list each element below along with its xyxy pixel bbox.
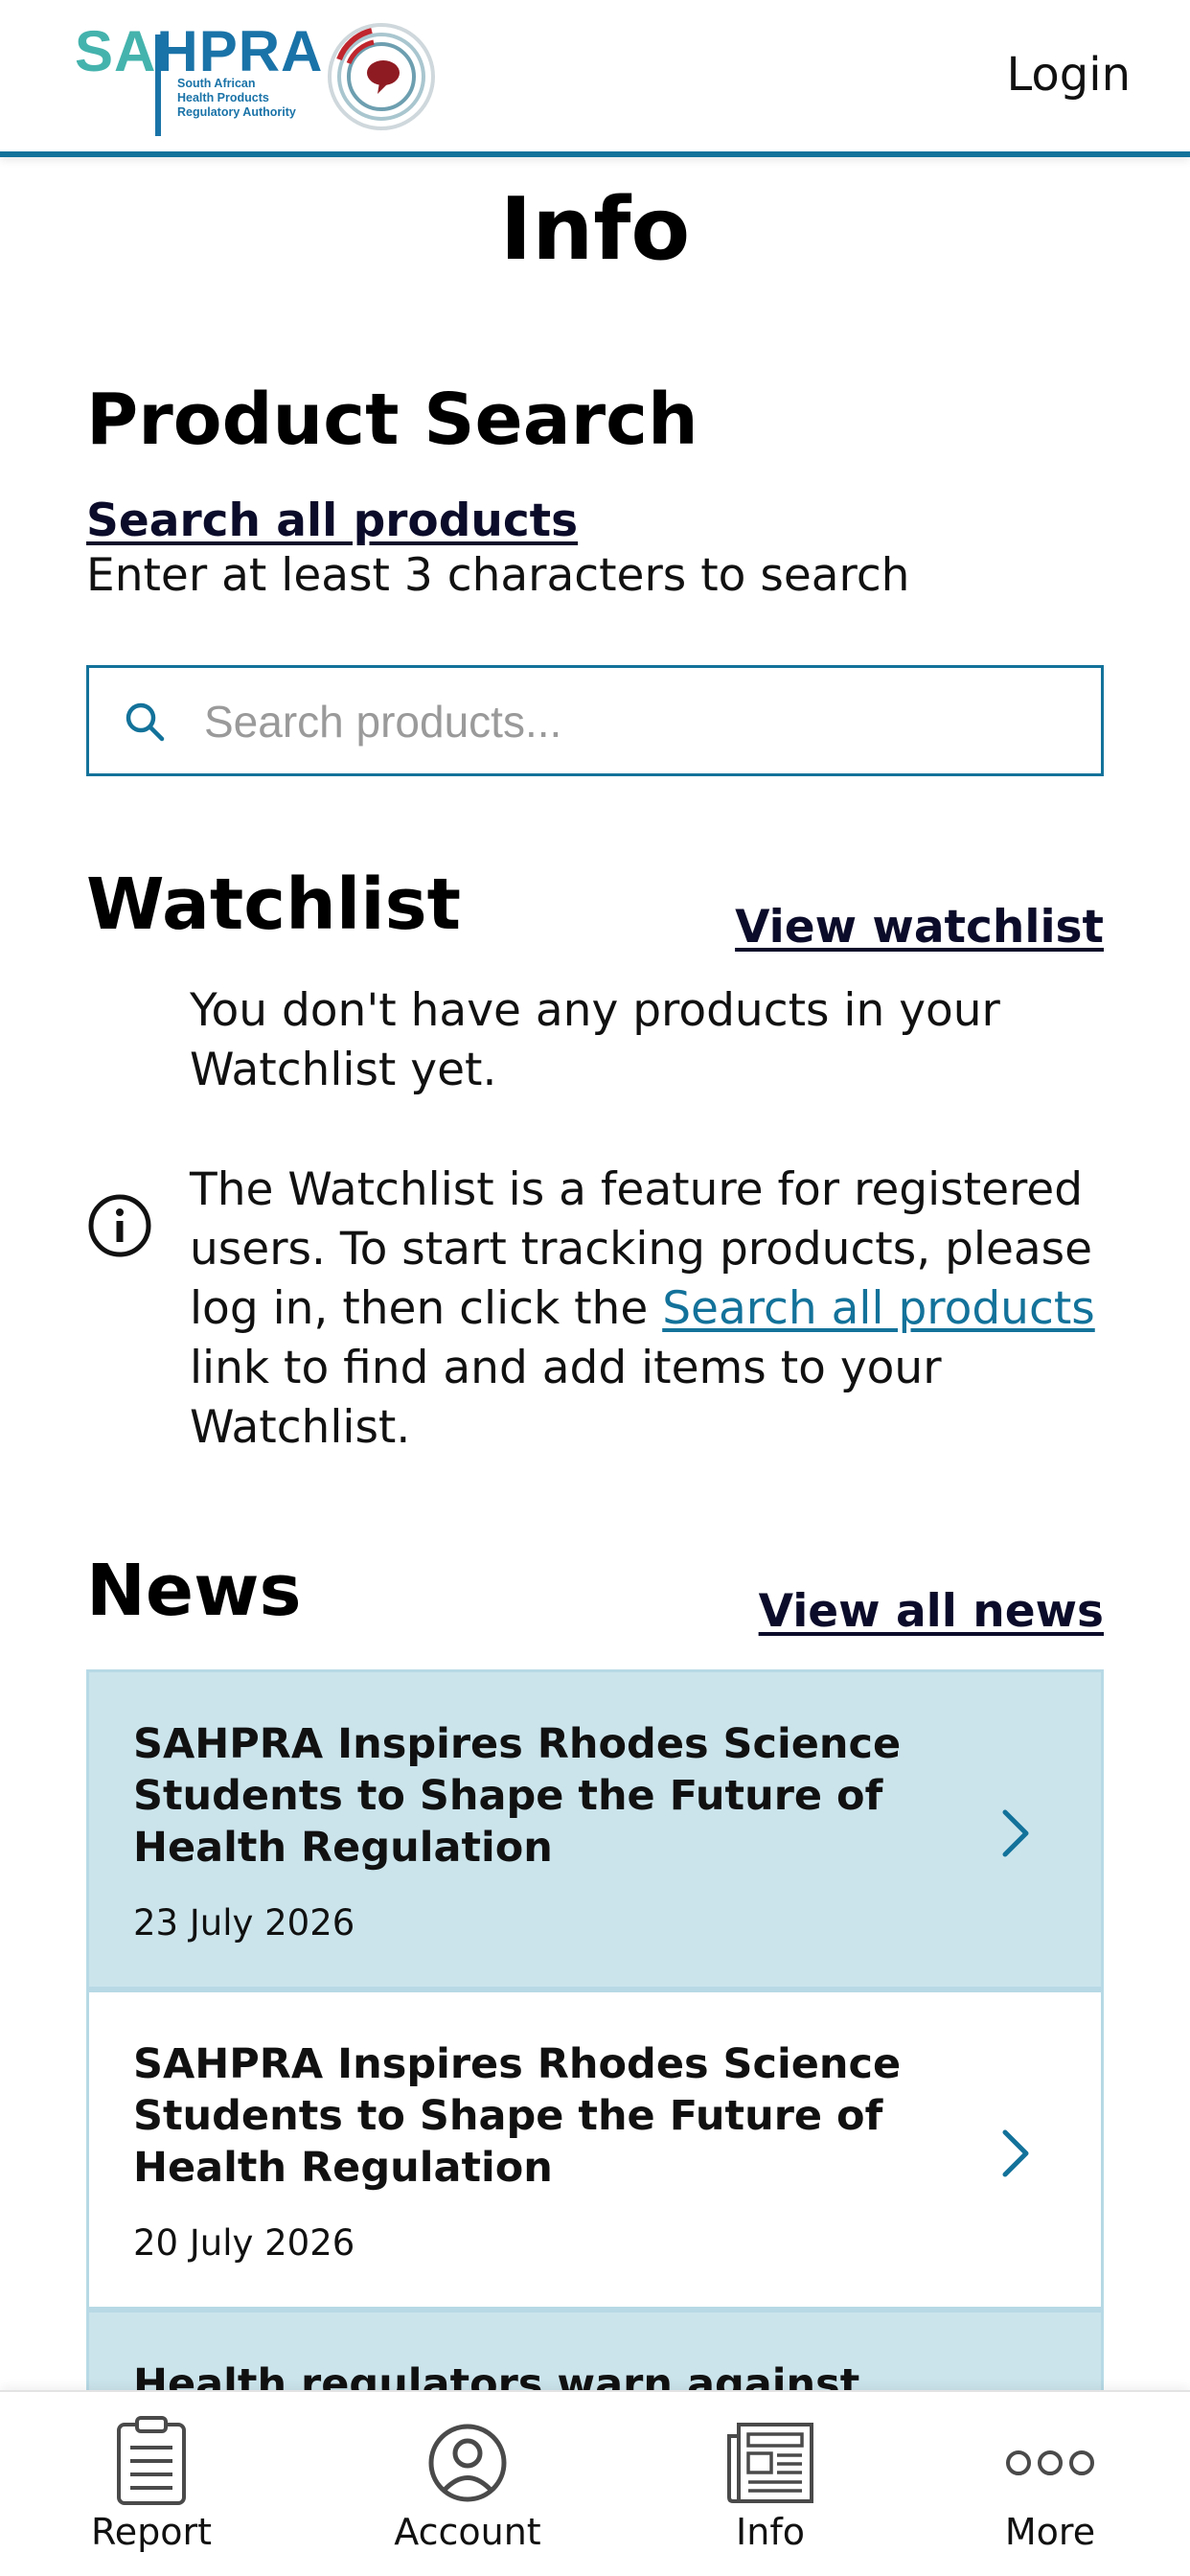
logo-emblem-icon [328,23,435,130]
chevron-right-icon [1002,2129,1029,2177]
logo-wordmark: SAHPRA [75,19,324,83]
newspaper-icon [727,2423,813,2503]
more-dots-icon [1006,2450,1094,2475]
news-card[interactable]: SAHPRA Inspires Rhodes Science Students … [86,1990,1104,2310]
page: SAHPRA South African Health Products Reg… [0,0,1190,2576]
nav-item-account[interactable]: Account [353,2392,583,2576]
search-input[interactable] [204,685,1066,758]
news-date: 23 July 2026 [133,1902,355,1944]
watchlist-heading: Watchlist [86,863,461,946]
news-card[interactable]: SAHPRA Inspires Rhodes Science Students … [86,1669,1104,1990]
nav-label-more: More [1004,2511,1096,2553]
news-date: 20 July 2026 [133,2222,355,2264]
inline-search-all-products-link[interactable]: Search all products [662,1282,1095,1335]
watchlist-info-text: The Watchlist is a feature for registere… [190,1163,1095,1454]
search-helper-text: Enter at least 3 characters to search [86,549,910,602]
sahpra-logo[interactable]: SAHPRA South African Health Products Reg… [75,21,439,136]
product-search-heading: Product Search [86,379,698,461]
page-title: Info [499,179,691,280]
info-icon [88,1194,151,1257]
bottom-nav: Report Account Info More [0,2390,1190,2576]
nav-item-info[interactable]: Info [655,2392,885,2576]
nav-label-account: Account [394,2511,541,2553]
search-all-products-link[interactable]: Search all products [86,494,578,547]
login-link[interactable]: Login [1007,48,1132,102]
nav-item-more[interactable]: More [935,2392,1165,2576]
clipboard-icon [117,2416,186,2505]
search-icon [126,702,165,742]
user-circle-icon [428,2424,507,2502]
nav-item-report[interactable]: Report [36,2392,266,2576]
chevron-right-icon [1002,1809,1029,1857]
news-headline: SAHPRA Inspires Rhodes Science Students … [133,2040,902,2192]
news-headline: SAHPRA Inspires Rhodes Science Students … [133,1720,902,1872]
news-heading: News [86,1550,302,1632]
nav-label-report: Report [91,2511,212,2553]
product-search-box[interactable] [86,665,1104,776]
view-all-news-link[interactable]: View all news [759,1585,1104,1638]
view-watchlist-link[interactable]: View watchlist [735,901,1104,954]
watchlist-empty-message: You don't have any products in your Watc… [190,984,1000,1096]
logo-bar [155,34,161,136]
logo-subtitle: South African Health Products Regulatory… [177,77,296,119]
app-header: SAHPRA South African Health Products Reg… [0,0,1190,157]
nav-label-info: Info [736,2511,805,2553]
